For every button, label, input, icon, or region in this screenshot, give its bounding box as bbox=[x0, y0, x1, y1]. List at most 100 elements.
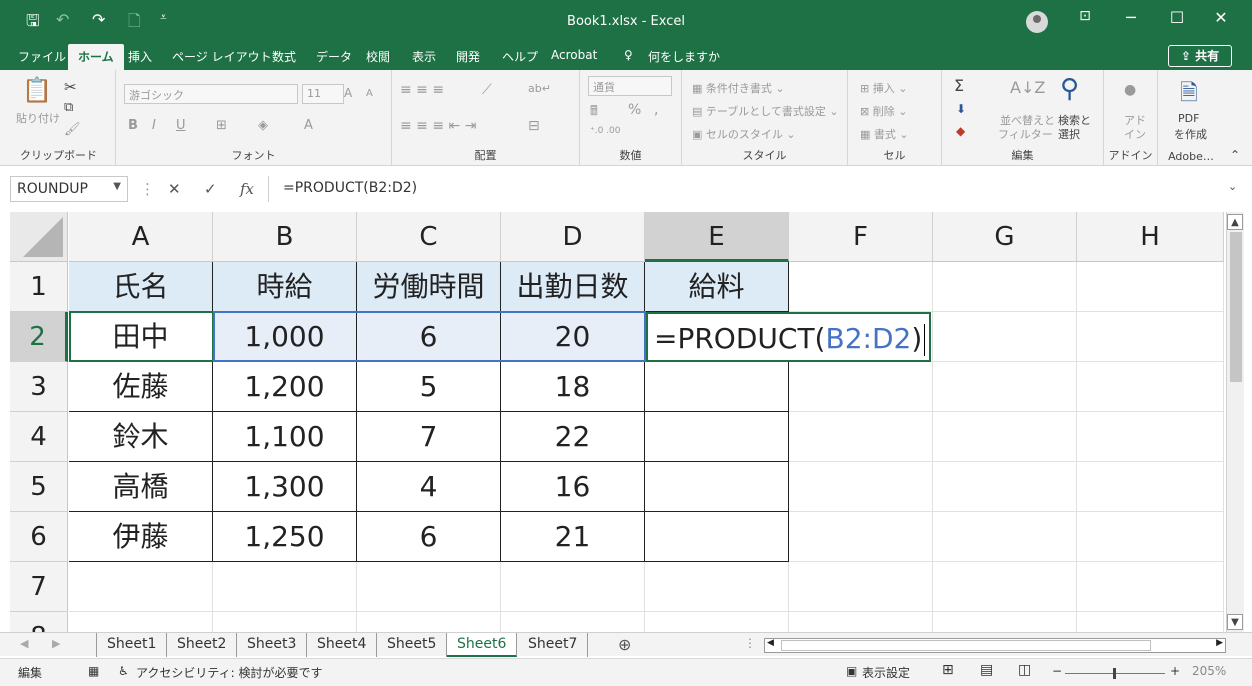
collapse-ribbon-icon[interactable]: ⌃ bbox=[1230, 148, 1240, 162]
column-header-h[interactable]: H bbox=[1077, 212, 1224, 262]
minimize-button[interactable]: ─ bbox=[1116, 8, 1146, 27]
pdf-icon[interactable]: 🗎 bbox=[1180, 76, 1198, 114]
vertical-scrollbar[interactable]: ▲ ▼ bbox=[1226, 212, 1244, 632]
tab-formulas[interactable]: 数式 bbox=[272, 48, 296, 65]
cell-c1[interactable]: 労働時間 bbox=[357, 262, 501, 312]
cell-g6[interactable] bbox=[933, 512, 1077, 562]
bold-button[interactable]: B bbox=[128, 118, 138, 133]
cell-g2[interactable] bbox=[933, 312, 1077, 362]
cell-g4[interactable] bbox=[933, 412, 1077, 462]
chevron-down-icon[interactable]: ▼ bbox=[113, 181, 121, 192]
scroll-up-arrow-icon[interactable]: ▲ bbox=[1227, 214, 1243, 230]
row-header-6[interactable]: 6 bbox=[10, 512, 68, 562]
cell-c8[interactable] bbox=[357, 612, 501, 632]
cell-c7[interactable] bbox=[357, 562, 501, 612]
grow-font-button[interactable]: A bbox=[344, 86, 352, 100]
paste-label[interactable]: 貼り付け bbox=[16, 110, 60, 126]
display-settings-button[interactable]: 表示設定 bbox=[862, 664, 910, 681]
add-sheet-icon[interactable]: ⊕ bbox=[618, 635, 631, 654]
delete-cells-button[interactable]: ⊠ 削除 ⌄ bbox=[860, 103, 907, 119]
cell-d6[interactable]: 21 bbox=[501, 512, 645, 562]
cell-f4[interactable] bbox=[789, 412, 933, 462]
fill-icon[interactable]: ⬇ bbox=[956, 102, 966, 116]
cell-h6[interactable] bbox=[1077, 512, 1224, 562]
cell-g8[interactable] bbox=[933, 612, 1077, 632]
cell-e1[interactable]: 給料 bbox=[645, 262, 789, 312]
cell-f5[interactable] bbox=[789, 462, 933, 512]
formula-input[interactable]: =PRODUCT(B2:D2) bbox=[268, 176, 1242, 202]
cell-d3[interactable]: 18 bbox=[501, 362, 645, 412]
scroll-right-arrow-icon[interactable]: ▶ bbox=[1216, 638, 1223, 648]
cell-f8[interactable] bbox=[789, 612, 933, 632]
cell-h7[interactable] bbox=[1077, 562, 1224, 612]
expand-formula-icon[interactable]: ⌄ bbox=[1228, 180, 1237, 193]
cell-edit-box[interactable]: =PRODUCT(B2:D2) bbox=[646, 312, 932, 362]
next-sheet-icon[interactable]: ▶ bbox=[52, 637, 60, 650]
cell-d8[interactable] bbox=[501, 612, 645, 632]
cell-a2[interactable]: 田中 bbox=[69, 312, 213, 362]
cell-e3[interactable] bbox=[645, 362, 789, 412]
sheet-tab-5[interactable]: Sheet5 bbox=[377, 633, 448, 657]
cell-g7[interactable] bbox=[933, 562, 1077, 612]
scroll-left-arrow-icon[interactable]: ◀ bbox=[767, 638, 774, 648]
zoom-slider-thumb[interactable] bbox=[1113, 668, 1116, 679]
create-pdf-label[interactable]: PDF bbox=[1178, 112, 1199, 125]
row-header-3[interactable]: 3 bbox=[10, 362, 68, 412]
column-header-f[interactable]: F bbox=[789, 212, 933, 262]
borders-icon[interactable]: ⊞ bbox=[216, 118, 227, 133]
find-select-label-2[interactable]: 選択 bbox=[1058, 126, 1080, 142]
cell-b4[interactable]: 1,100 bbox=[213, 412, 357, 462]
cell-e4[interactable] bbox=[645, 412, 789, 462]
sheet-tab-4[interactable]: Sheet4 bbox=[307, 633, 378, 657]
sheet-tab-2[interactable]: Sheet2 bbox=[167, 633, 238, 657]
italic-button[interactable]: I bbox=[152, 118, 156, 133]
underline-button[interactable]: U bbox=[176, 118, 186, 133]
format-painter-icon[interactable]: 🖌 bbox=[64, 122, 81, 137]
wrap-text-icon[interactable]: ab↵ bbox=[528, 82, 551, 95]
cell-f3[interactable] bbox=[789, 362, 933, 412]
column-header-e[interactable]: E bbox=[645, 212, 789, 262]
cell-h1[interactable] bbox=[1077, 262, 1224, 312]
cell-h8[interactable] bbox=[1077, 612, 1224, 632]
sheet-tab-3[interactable]: Sheet3 bbox=[237, 633, 308, 657]
cell-c3[interactable]: 5 bbox=[357, 362, 501, 412]
zoom-level[interactable]: 205% bbox=[1192, 664, 1226, 678]
cell-f7[interactable] bbox=[789, 562, 933, 612]
cell-c4[interactable]: 7 bbox=[357, 412, 501, 462]
addins-button-label-2[interactable]: イン bbox=[1124, 126, 1146, 142]
page-layout-view-icon[interactable]: ▤ bbox=[980, 662, 993, 678]
worksheet-grid[interactable]: A B C D E F G H 1 2 3 4 5 6 7 8 氏名 時給 労働… bbox=[0, 212, 1224, 632]
cell-d5[interactable]: 16 bbox=[501, 462, 645, 512]
cell-b5[interactable]: 1,300 bbox=[213, 462, 357, 512]
cell-h5[interactable] bbox=[1077, 462, 1224, 512]
sort-filter-label-2[interactable]: フィルター bbox=[998, 126, 1053, 142]
conditional-formatting-button[interactable]: ▦ 条件付き書式 ⌄ bbox=[692, 80, 785, 96]
shrink-font-button[interactable]: A bbox=[366, 88, 373, 99]
format-as-table-button[interactable]: ▤ テーブルとして書式設定 ⌄ bbox=[692, 103, 839, 119]
cell-d1[interactable]: 出勤日数 bbox=[501, 262, 645, 312]
close-button[interactable]: ✕ bbox=[1206, 8, 1236, 27]
paste-icon[interactable]: 📋 bbox=[22, 76, 52, 104]
cell-h4[interactable] bbox=[1077, 412, 1224, 462]
cell-d4[interactable]: 22 bbox=[501, 412, 645, 462]
horizontal-scrollbar[interactable]: ◀ ▶ bbox=[764, 638, 1226, 653]
scroll-down-arrow-icon[interactable]: ▼ bbox=[1227, 614, 1243, 630]
cell-a8[interactable] bbox=[69, 612, 213, 632]
create-pdf-label-2[interactable]: を作成 bbox=[1174, 126, 1207, 142]
row-header-4[interactable]: 4 bbox=[10, 412, 68, 462]
tell-me-search[interactable]: 何をしますか bbox=[648, 48, 720, 65]
search-icon[interactable]: ⚲ bbox=[1060, 74, 1079, 104]
zoom-in-button[interactable]: + bbox=[1170, 664, 1180, 678]
cell-b1[interactable]: 時給 bbox=[213, 262, 357, 312]
cell-e5[interactable] bbox=[645, 462, 789, 512]
cell-e7[interactable] bbox=[645, 562, 789, 612]
cell-h3[interactable] bbox=[1077, 362, 1224, 412]
fill-color-icon[interactable]: ◈ bbox=[258, 118, 268, 133]
column-header-d[interactable]: D bbox=[501, 212, 645, 262]
align-top-icon[interactable]: ≡ ≡ ≡ bbox=[400, 82, 444, 98]
tab-file[interactable]: ファイル bbox=[18, 48, 66, 65]
autosum-button[interactable]: Σ bbox=[954, 76, 964, 95]
cell-a7[interactable] bbox=[69, 562, 213, 612]
column-header-g[interactable]: G bbox=[933, 212, 1077, 262]
addins-icon[interactable]: ● bbox=[1124, 82, 1136, 98]
